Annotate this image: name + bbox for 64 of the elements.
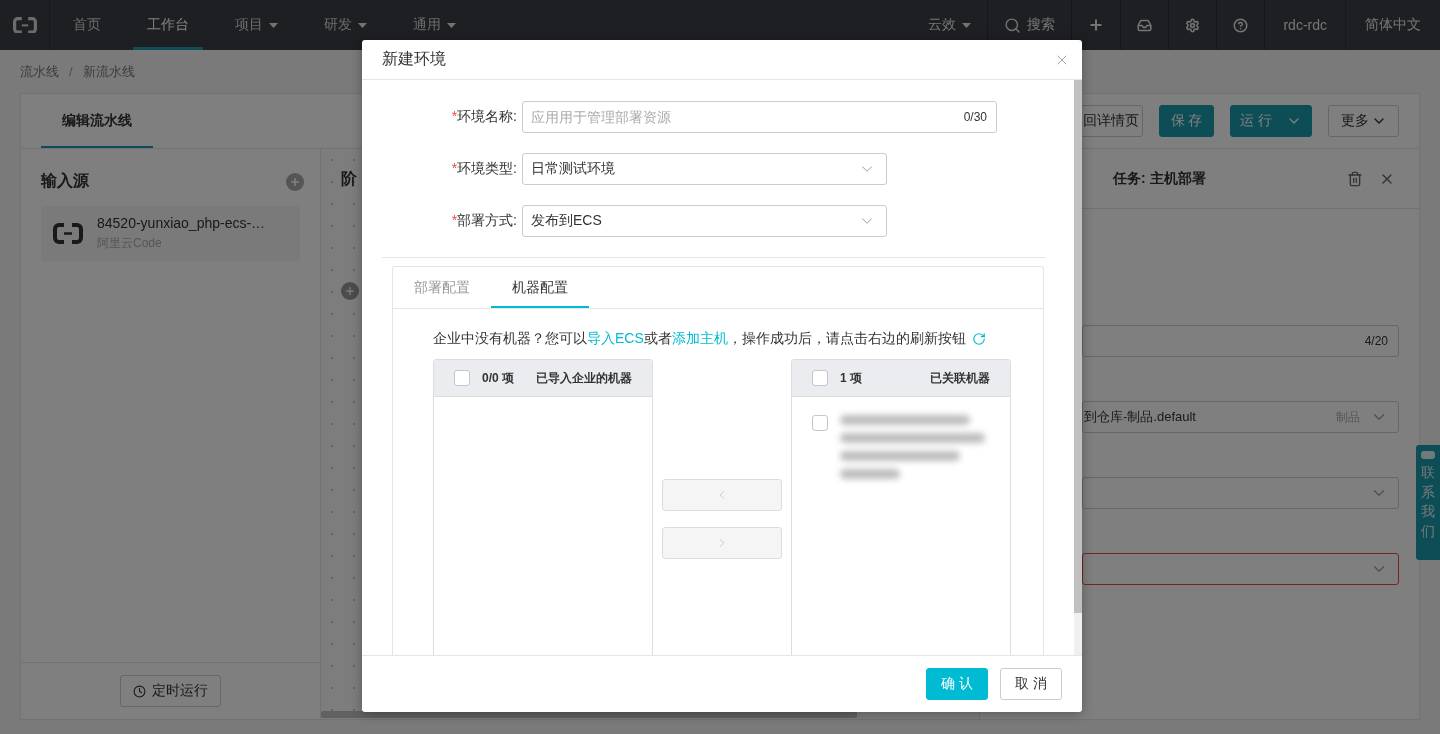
checkbox[interactable] bbox=[454, 370, 470, 386]
item-count: 0/0 项 bbox=[482, 369, 514, 387]
editor-tab[interactable]: 编辑流水线 bbox=[41, 94, 153, 148]
char-counter: 4/20 bbox=[1364, 334, 1388, 348]
caret-icon bbox=[269, 22, 278, 28]
item-count: 1 项 bbox=[840, 369, 862, 387]
inbox-icon bbox=[1137, 17, 1153, 33]
nav-item[interactable]: 研发 bbox=[310, 0, 381, 50]
select-field[interactable] bbox=[1082, 553, 1399, 585]
select-field[interactable] bbox=[1082, 477, 1399, 509]
text-field[interactable]: 4/20 bbox=[1082, 325, 1399, 357]
field-value: 到仓库-制品.default bbox=[1084, 408, 1196, 426]
breadcrumb-separator: / bbox=[69, 64, 73, 79]
select-field[interactable]: 日常测试环境 bbox=[522, 153, 887, 185]
logo-icon bbox=[53, 223, 83, 244]
nav-item[interactable]: 项目 bbox=[221, 0, 292, 50]
field-label: *环境类型: bbox=[450, 160, 517, 178]
list-title: 已导入企业的机器 bbox=[536, 369, 632, 387]
caret-icon bbox=[447, 22, 456, 28]
nav-item[interactable]: 工作台 bbox=[133, 0, 203, 50]
toolbar-button[interactable]: 保 存 bbox=[1159, 105, 1214, 137]
machine-notice: 企业中没有机器？您可以导入ECS或者添加主机，操作成功后，请点击右边的刷新按钮 bbox=[433, 330, 966, 348]
nav-item[interactable]: 通用 bbox=[399, 0, 470, 50]
contact-tab[interactable]: 联系我们 bbox=[1416, 445, 1440, 560]
panel-title: 任务: 主机部署 bbox=[1113, 169, 1206, 188]
workspace-dropdown[interactable]: 云效 bbox=[912, 0, 988, 50]
source-name: 84520-yunxiao_php-ecs-… bbox=[97, 215, 266, 231]
confirm-button[interactable]: 确 认 bbox=[926, 668, 989, 700]
char-counter: 0/30 bbox=[963, 110, 987, 124]
tab[interactable]: 机器配置 bbox=[491, 267, 589, 308]
add-stage-button[interactable] bbox=[341, 282, 359, 300]
stage-title: 阶 bbox=[341, 169, 357, 189]
toolbar-button[interactable]: 更多 bbox=[1328, 105, 1399, 137]
scrollbar[interactable] bbox=[1074, 80, 1082, 613]
field-label: *环境名称: bbox=[450, 108, 517, 126]
dialog-title: 新建环境 bbox=[382, 49, 446, 69]
logo-icon bbox=[12, 16, 37, 34]
checkbox[interactable] bbox=[812, 370, 828, 386]
clock-icon bbox=[133, 684, 146, 698]
language-menu[interactable]: 简体中文 bbox=[1345, 0, 1440, 50]
notice-link[interactable]: 添加主机 bbox=[671, 330, 728, 346]
section-title: 输入源 bbox=[41, 171, 89, 191]
checkbox[interactable] bbox=[812, 415, 828, 431]
add-source-icon[interactable] bbox=[286, 172, 304, 191]
user-menu[interactable]: rdc-rdc bbox=[1264, 0, 1345, 50]
search-icon bbox=[1004, 16, 1022, 34]
refresh-icon[interactable] bbox=[971, 332, 986, 346]
list-title: 已关联机器 bbox=[930, 369, 990, 387]
field-label: *部署方式: bbox=[450, 212, 517, 230]
trash-icon[interactable] bbox=[1347, 170, 1363, 187]
breadcrumb-link[interactable]: 新流水线 bbox=[82, 62, 135, 81]
settings-icon bbox=[1185, 17, 1201, 33]
caret-icon bbox=[358, 22, 367, 28]
notice-link[interactable]: 导入ECS bbox=[587, 330, 644, 346]
cancel-button[interactable]: 取 消 bbox=[1000, 668, 1062, 700]
toolbar-button[interactable]: 运 行 bbox=[1230, 105, 1312, 137]
help-icon bbox=[1233, 17, 1249, 33]
tab[interactable]: 部署配置 bbox=[393, 267, 491, 308]
nav-item[interactable]: 首页 bbox=[59, 0, 115, 50]
schedule-button[interactable]: 定时运行 bbox=[120, 675, 221, 707]
plus-icon bbox=[344, 285, 356, 297]
caret-icon bbox=[962, 22, 972, 28]
select-field[interactable]: 发布到ECS bbox=[522, 205, 887, 237]
breadcrumb-link[interactable]: 流水线 bbox=[20, 62, 59, 81]
